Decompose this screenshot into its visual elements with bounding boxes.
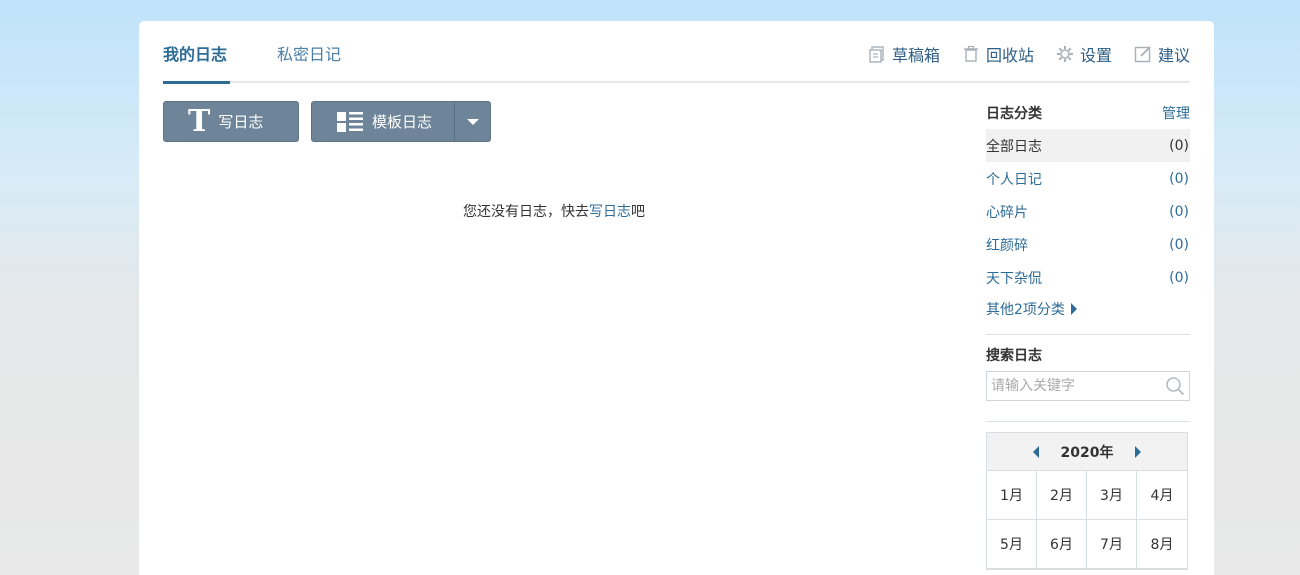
month-cell[interactable]: 5月 [987,520,1037,569]
category-count: (0) [1169,137,1189,154]
category-item-all[interactable]: 全部日志 (0) [986,129,1190,162]
category-count: (0) [1169,269,1189,286]
month-cell[interactable]: 2月 [1037,471,1087,520]
calendar-year: 2020年 [1060,444,1114,461]
toolbar-links: 草稿箱 回收站 设置 建议 [846,42,1190,66]
category-name: 个人日记 [986,171,1042,188]
month-cell[interactable]: 6月 [1037,520,1087,569]
next-year-icon[interactable] [1135,445,1142,458]
button-separator [454,102,455,141]
search-icon[interactable] [1165,376,1185,396]
more-categories-link[interactable]: 其他2项分类 [986,294,1190,324]
tab-bar: 我的日志 私密日记 草稿箱 回收站 设置 建议 [163,21,1190,84]
template-diary-button[interactable]: 模板日志 [311,101,491,142]
write-diary-button[interactable]: T 写日志 [163,101,299,142]
drafts-icon [869,46,884,63]
manage-link[interactable]: 管理 [1162,103,1190,123]
empty-text-end: 吧 [631,204,645,220]
search-title: 搜索日志 [986,348,1042,364]
month-grid: 1月 2月 3月 4月 5月 6月 7月 8月 [987,471,1187,569]
triangle-right-icon [1070,303,1077,315]
tab-private-diary[interactable]: 私密日记 [277,41,341,65]
divider [986,334,1190,335]
calendar: 2020年 1月 2月 3月 4月 5月 6月 7月 8月 [986,432,1188,570]
category-count: (0) [1169,170,1189,187]
diary-panel: 我的日志 私密日记 草稿箱 回收站 设置 建议 T 写日志 模板日志 您还没有日… [139,21,1214,575]
text-t-icon: T [188,103,211,139]
prev-year-icon[interactable] [1032,445,1039,458]
drafts-link[interactable]: 草稿箱 [868,42,940,66]
category-item-heart[interactable]: 心碎片 (0) [986,195,1190,228]
more-categories-label: 其他2项分类 [986,302,1065,318]
write-diary-label: 写日志 [218,113,264,131]
divider [986,421,1190,422]
trash-icon [963,45,978,62]
template-diary-label: 模板日志 [372,113,433,131]
recycle-link[interactable]: 回收站 [962,42,1034,66]
settings-label: 设置 [1079,46,1112,65]
month-cell[interactable]: 4月 [1137,471,1187,520]
gear-icon [1056,46,1073,62]
suggest-label: 建议 [1157,46,1190,65]
write-diary-link[interactable]: 写日志 [589,204,631,220]
suggest-link[interactable]: 建议 [1134,42,1190,66]
category-header: 日志分类 管理 [986,101,1190,125]
category-count: (0) [1169,236,1189,253]
month-cell[interactable]: 1月 [987,471,1037,520]
empty-message: 您还没有日志，快去写日志吧 [463,201,645,221]
month-cell[interactable]: 8月 [1137,520,1187,569]
empty-text: 您还没有日志，快去 [463,204,589,220]
sidebar: 日志分类 管理 全部日志 (0) 个人日记 (0) 心碎片 (0) 红颜碎 (0… [986,101,1190,570]
settings-link[interactable]: 设置 [1056,42,1112,66]
caret-down-icon[interactable] [467,119,479,125]
search-input[interactable] [987,372,1189,400]
category-name: 红颜碎 [986,237,1028,254]
category-item-misc[interactable]: 天下杂侃 (0) [986,261,1190,294]
drafts-label: 草稿箱 [891,46,940,65]
category-name: 天下杂侃 [986,270,1042,287]
month-cell[interactable]: 3月 [1087,471,1137,520]
tab-my-diary[interactable]: 我的日志 [163,41,231,84]
category-title: 日志分类 [986,106,1042,122]
calendar-header: 2020年 [987,433,1187,471]
category-name: 心碎片 [986,204,1028,221]
search-box [986,371,1190,401]
category-name: 全部日志 [986,138,1042,155]
recycle-label: 回收站 [985,46,1034,65]
category-count: (0) [1169,203,1189,220]
list-icon [337,111,363,132]
category-item-personal[interactable]: 个人日记 (0) [986,162,1190,195]
edit-icon [1134,46,1151,63]
month-cell[interactable]: 7月 [1087,520,1137,569]
category-item-red[interactable]: 红颜碎 (0) [986,228,1190,261]
